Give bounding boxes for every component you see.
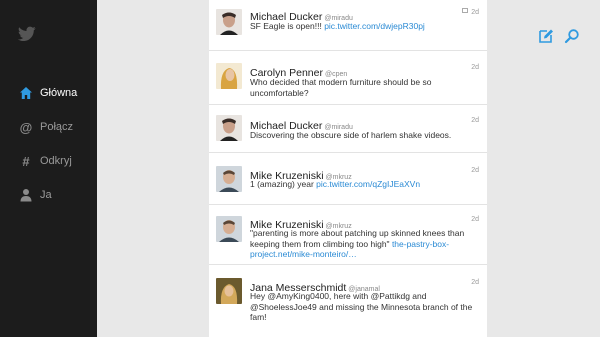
tweet-text: 1 (amazing) year pic.twitter.com/qZgIJEa… [250,179,480,190]
sidebar-item-label: Odkryj [40,155,72,167]
tweet-link[interactable]: pic.twitter.com/qZgIJEaXVn [316,179,420,189]
twitter-bird-icon [17,26,36,42]
tweet-time: 2d [471,167,479,174]
tweet[interactable]: Michael Ducker @miradu 2d SF Eagle is ope… [209,0,487,51]
person-icon [19,188,33,202]
tweet[interactable]: Mike Kruzeniski @mkruz 2d 1 (amazing) yea… [209,154,487,205]
tweet-text-body: Hey @AmyKing0400, here with @Pattikdg an… [250,291,473,323]
search-icon[interactable] [564,28,580,44]
tweet-time-value: 2d [471,9,479,16]
tweet-text: Hey @AmyKing0400, here with @Pattikdg an… [250,291,480,323]
sidebar-item-connect[interactable]: @ Połącz [0,110,97,144]
compose-icon[interactable] [538,28,554,44]
sidebar-item-label: Połącz [40,121,74,133]
sidebar-item-label: Ja [40,189,52,201]
tweet[interactable]: Carolyn Penner @cpen 2d Who decided that … [209,52,487,105]
at-sign-icon: @ [19,119,33,135]
main-nav: Główna @ Połącz # Odkryj Ja [0,76,97,212]
tweet-time: 2d [471,117,479,124]
tweet-text: SF Eagle is open!!! pic.twitter.com/dwje… [250,21,480,32]
sidebar: Główna @ Połącz # Odkryj Ja [0,0,97,337]
avatar[interactable] [216,216,242,242]
tweet-text-body: SF Eagle is open!!! [250,21,325,31]
sidebar-item-home[interactable]: Główna [0,76,97,110]
tweet-text-body: Discovering the obscure side of harlem s… [250,130,452,140]
timeline: Michael Ducker @miradu 2d SF Eagle is ope… [209,0,487,337]
tweet-text: "parenting is more about patching up ski… [250,228,480,260]
home-icon [19,86,33,100]
avatar[interactable] [216,278,242,304]
tweet-time: 2d [471,216,479,223]
tweet-text: Who decided that modern furniture should… [250,77,480,98]
tweet[interactable]: Michael Ducker @miradu 2d Discovering the… [209,106,487,153]
top-actions [538,28,590,44]
tweet-text-body: 1 (amazing) year [250,179,317,189]
tweet[interactable]: Mike Kruzeniski @mkruz 2d "parenting is m… [209,206,487,265]
tweet-text-body: Who decided that modern furniture should… [250,77,432,98]
sidebar-item-label: Główna [40,87,78,99]
tweet-link[interactable]: pic.twitter.com/dwjepR30pj [324,21,425,31]
sidebar-item-me[interactable]: Ja [0,178,97,212]
tweet-time: 2d [471,64,479,71]
tweet-text: Discovering the obscure side of harlem s… [250,130,480,141]
hashtag-icon: # [22,153,30,169]
tweet[interactable]: Jana Messerschmidt @janamal 2d Hey @AmyKi… [209,266,487,337]
avatar[interactable] [216,63,242,89]
tweet-time: 2d [462,8,479,16]
sidebar-item-discover[interactable]: # Odkryj [0,144,97,178]
media-icon [462,8,469,13]
avatar[interactable] [216,166,242,192]
avatar[interactable] [216,115,242,141]
avatar[interactable] [216,9,242,35]
tweet-time: 2d [471,279,479,286]
